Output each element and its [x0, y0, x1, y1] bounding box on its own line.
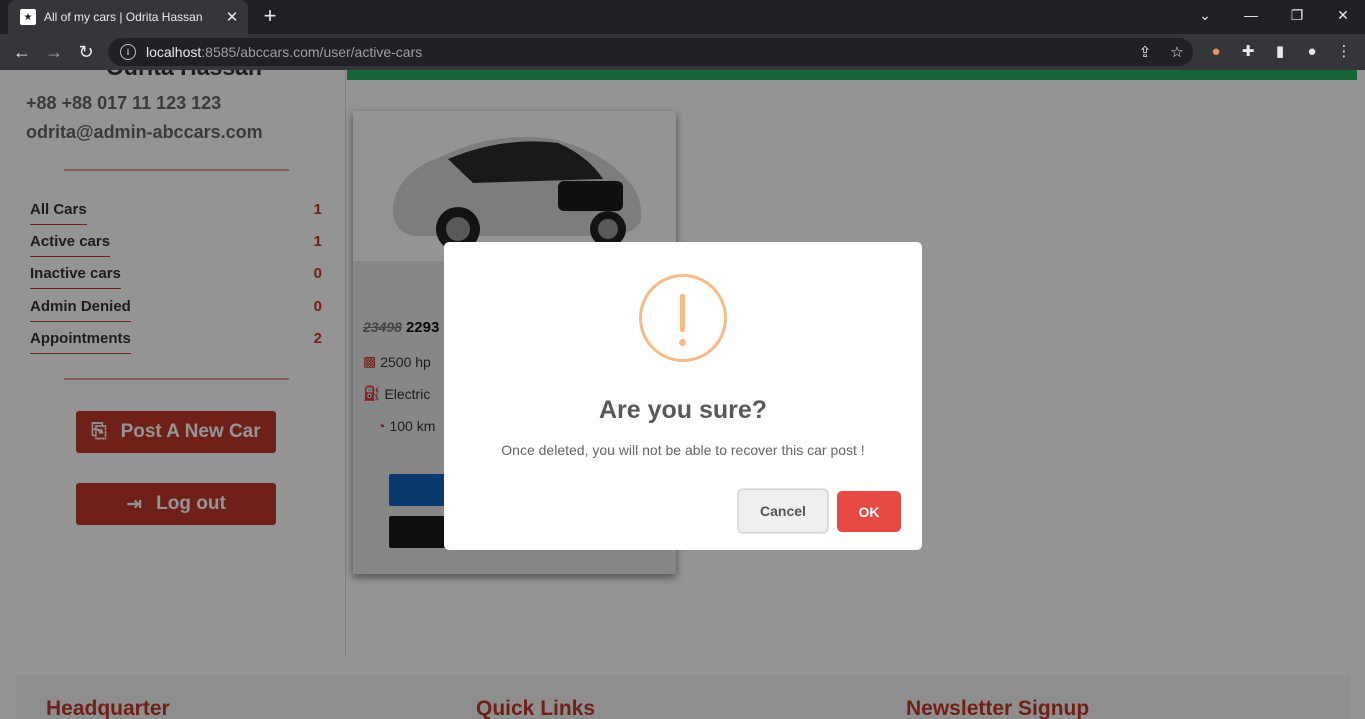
dialog-message: Once deleted, you will not be able to re…: [501, 442, 865, 458]
browser-tab[interactable]: ★ All of my cars | Odrita Hassan ✕: [8, 0, 248, 34]
window-restore-icon[interactable]: ❐: [1274, 0, 1320, 34]
side-panel-icon[interactable]: ▮: [1268, 40, 1292, 64]
bookmark-star-icon[interactable]: ☆: [1161, 43, 1193, 61]
profile-avatar-icon[interactable]: ●: [1300, 40, 1324, 64]
confirm-delete-dialog: Are you sure? Once deleted, you will not…: [444, 242, 922, 550]
url-path: :8585/abccars.com/user/active-cars: [201, 44, 423, 60]
tab-title: All of my cars | Odrita Hassan: [44, 10, 203, 24]
tab-close-icon[interactable]: ✕: [222, 8, 242, 26]
ok-button[interactable]: OK: [837, 491, 901, 532]
dialog-title: Are you sure?: [598, 396, 768, 424]
forward-arrow-icon[interactable]: →: [42, 40, 66, 64]
warning-exclamation-icon: [639, 274, 727, 362]
browser-toolbar: ← → ↻ i localhost:8585/abccars.com/user/…: [0, 34, 1365, 70]
address-bar[interactable]: i localhost:8585/abccars.com/user/active…: [108, 38, 1193, 66]
browser-tab-strip: ★ All of my cars | Odrita Hassan ✕ + ⌄ —…: [0, 0, 1365, 34]
warning-dot: [679, 339, 686, 346]
site-favicon-icon: ★: [20, 9, 36, 25]
warning-bar: [680, 294, 685, 332]
browser-menu-kebab-icon[interactable]: ⋮: [1332, 40, 1356, 64]
window-minimize-icon[interactable]: —: [1228, 0, 1274, 34]
cookie-extension-icon[interactable]: ●: [1204, 40, 1228, 64]
tab-search-chevron-down-icon[interactable]: ⌄: [1182, 0, 1228, 34]
back-arrow-icon[interactable]: ←: [10, 40, 34, 64]
reload-icon[interactable]: ↻: [74, 40, 98, 64]
url-text[interactable]: localhost:8585/abccars.com/user/active-c…: [146, 44, 1129, 60]
site-info-icon[interactable]: i: [120, 44, 136, 60]
share-icon[interactable]: ⇪: [1129, 43, 1161, 61]
url-host: localhost: [146, 44, 202, 60]
cancel-button[interactable]: Cancel: [738, 489, 828, 533]
new-tab-plus-icon[interactable]: +: [258, 4, 282, 28]
extensions-puzzle-icon[interactable]: ✚: [1236, 40, 1260, 64]
window-close-icon[interactable]: ✕: [1320, 0, 1365, 34]
